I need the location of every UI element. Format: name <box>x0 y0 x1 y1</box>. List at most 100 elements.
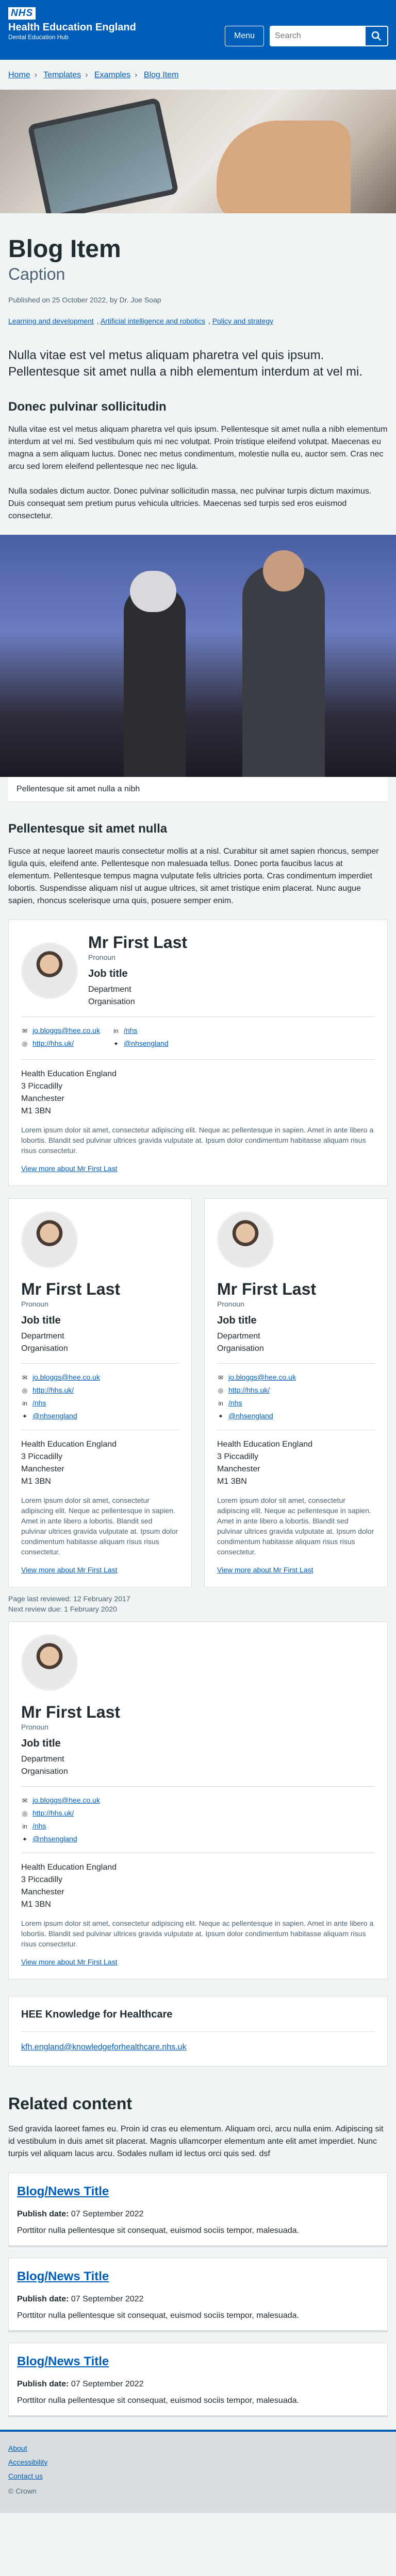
address-line: Health Education England <box>21 1863 117 1872</box>
news-title-link[interactable]: Blog/News Title <box>17 2352 379 2371</box>
address-line: Manchester <box>217 1465 260 1473</box>
profile-card: Mr First Last Pronoun Job title Departme… <box>204 1198 388 1587</box>
footer-link-accessibility[interactable]: Accessibility <box>8 2457 388 2468</box>
divider <box>21 1059 375 1060</box>
tag-link[interactable]: Artificial intelligence and robotics <box>101 317 205 325</box>
search-input[interactable] <box>270 26 366 46</box>
profile-linkedin-link[interactable]: /nhs <box>32 1398 46 1409</box>
publish-date-value: 07 September 2022 <box>71 2295 144 2303</box>
breadcrumb-current[interactable]: Blog Item <box>144 71 179 79</box>
profile-twitter-link[interactable]: @nhsengland <box>228 1411 273 1421</box>
profile-address: Health Education England 3 Piccadilly Ma… <box>21 1438 179 1488</box>
hero-hand <box>217 121 351 213</box>
linkedin-icon: in <box>22 1822 27 1830</box>
linkedin-icon: in <box>22 1399 27 1407</box>
hee-panel-title: HEE Knowledge for Healthcare <box>21 2009 173 2020</box>
globe-icon: ◎ <box>22 1809 28 1817</box>
section-heading: Donec pulvinar sollicitudin <box>8 400 167 414</box>
profile-linkedin-link[interactable]: /nhs <box>32 1821 46 1832</box>
news-summary: Porttitor nulla pellentesque sit consequ… <box>17 2311 299 2320</box>
profile-department: Department <box>88 985 131 994</box>
profile-website-link[interactable]: http://hhs.uk/ <box>228 1385 270 1396</box>
next-review: Next review due: 1 February 2020 <box>8 1605 117 1613</box>
profile-linkedin-link[interactable]: /nhs <box>124 1025 137 1036</box>
search-button[interactable] <box>366 26 388 46</box>
profile-pronoun: Pronoun <box>217 1300 244 1308</box>
tag-separator: , <box>208 317 212 325</box>
body-paragraph: Nulla vitae est vel metus aliquam pharet… <box>8 425 388 471</box>
profile-address: Health Education England 3 Piccadilly Ma… <box>21 1861 375 1911</box>
view-more-link[interactable]: View more about Mr First Last <box>217 1566 313 1574</box>
publish-date-label: Publish date: <box>17 2210 69 2218</box>
breadcrumb-home[interactable]: Home <box>8 71 30 79</box>
profile-website-link[interactable]: http://hhs.uk/ <box>32 1808 74 1819</box>
profile-email-link[interactable]: jo.bloggs@hee.co.uk <box>32 1372 100 1383</box>
view-more-link[interactable]: View more about Mr First Last <box>21 1164 117 1173</box>
page-title: Blog Item <box>8 235 121 263</box>
publish-date-value: 07 September 2022 <box>71 2210 144 2218</box>
address-line: 3 Piccadilly <box>21 1875 63 1884</box>
figure-person <box>124 586 186 777</box>
profile-name: Mr First Last <box>21 1703 121 1721</box>
profile-department: Department <box>21 1332 64 1341</box>
profile-department: Department <box>21 1755 64 1764</box>
profile-pronoun: Pronoun <box>88 953 116 961</box>
profile-organisation: Organisation <box>217 1344 264 1353</box>
breadcrumb-examples[interactable]: Examples <box>94 71 130 79</box>
profile-email-link[interactable]: jo.bloggs@hee.co.uk <box>32 1025 100 1036</box>
profile-bio: Lorem ipsum dolor sit amet, consectetur … <box>21 1919 374 1948</box>
profile-twitter-link[interactable]: @nhsengland <box>32 1411 77 1421</box>
news-summary: Porttitor nulla pellentesque sit consequ… <box>17 2226 299 2235</box>
profile-job-title: Job title <box>88 968 128 979</box>
address-line: Health Education England <box>21 1440 117 1449</box>
footer-link-about[interactable]: About <box>8 2443 388 2454</box>
hee-email-link[interactable]: kfh.england@knowledgeforhealthcare.nhs.u… <box>21 2043 186 2052</box>
avatar <box>217 1211 274 1268</box>
profile-twitter-link[interactable]: @nhsengland <box>124 1038 169 1049</box>
email-icon: ✉ <box>22 1027 28 1035</box>
figure-caption: Pellentesque sit amet nulla a nibh <box>8 777 388 802</box>
published-info: Published on 25 October 2022, by Dr. Joe… <box>8 296 161 304</box>
twitter-icon: ✦ <box>218 1412 224 1420</box>
figure-person <box>242 566 325 777</box>
address-line: 3 Piccadilly <box>217 1452 259 1461</box>
profile-twitter-link[interactable]: @nhsengland <box>32 1834 77 1844</box>
nhs-logo[interactable]: NHS <box>8 7 36 20</box>
section-heading: Pellentesque sit amet nulla <box>8 822 168 836</box>
avatar <box>21 1634 78 1691</box>
news-card[interactable]: Blog/News Title Publish date: 07 Septemb… <box>8 2343 388 2417</box>
body-paragraph: Nulla sodales dictum auctor. Donec pulvi… <box>8 487 372 520</box>
globe-icon: ◎ <box>218 1386 224 1394</box>
news-title-link[interactable]: Blog/News Title <box>17 2182 379 2201</box>
profile-email-link[interactable]: jo.bloggs@hee.co.uk <box>32 1795 100 1806</box>
tag-link[interactable]: Policy and strategy <box>212 317 273 325</box>
view-more-link[interactable]: View more about Mr First Last <box>21 1566 117 1574</box>
lede-paragraph: Nulla vitae est vel metus aliquam pharet… <box>8 348 363 379</box>
profile-card: Mr First Last Pronoun Job title Departme… <box>8 1621 388 1979</box>
profile-website-link[interactable]: http://hhs.uk/ <box>32 1385 74 1396</box>
review-dates: Page last reviewed: 12 February 2017 Nex… <box>8 1594 388 1614</box>
tag-link[interactable]: Learning and development <box>8 317 94 325</box>
address-line: 3 Piccadilly <box>21 1082 63 1091</box>
news-title-link[interactable]: Blog/News Title <box>17 2267 379 2286</box>
profile-name: Mr First Last <box>217 1280 317 1298</box>
footer-link-contact[interactable]: Contact us <box>8 2471 388 2482</box>
site-header: NHS Health Education England Dental Educ… <box>0 0 396 60</box>
linkedin-icon: in <box>113 1027 119 1035</box>
profile-organisation: Organisation <box>21 1344 68 1353</box>
breadcrumb-separator: › <box>85 71 88 79</box>
tag-separator: , <box>96 317 101 325</box>
divider <box>217 1363 375 1364</box>
tag-list: Learning and development, Artificial int… <box>8 316 388 327</box>
profile-bio: Lorem ipsum dolor sit amet, consectetur … <box>21 1126 374 1155</box>
profile-linkedin-link[interactable]: /nhs <box>228 1398 242 1409</box>
menu-button[interactable]: Menu <box>225 26 264 46</box>
news-card[interactable]: Blog/News Title Publish date: 07 Septemb… <box>8 2258 388 2332</box>
news-card[interactable]: Blog/News Title Publish date: 07 Septemb… <box>8 2173 388 2247</box>
profile-card: Mr First Last Pronoun Job title Departme… <box>8 1198 192 1587</box>
breadcrumb-templates[interactable]: Templates <box>43 71 81 79</box>
view-more-link[interactable]: View more about Mr First Last <box>21 1958 117 1966</box>
profile-website-link[interactable]: http://hhs.uk/ <box>32 1038 74 1049</box>
profile-address: Health Education England 3 Piccadilly Ma… <box>217 1438 375 1488</box>
profile-email-link[interactable]: jo.bloggs@hee.co.uk <box>228 1372 296 1383</box>
